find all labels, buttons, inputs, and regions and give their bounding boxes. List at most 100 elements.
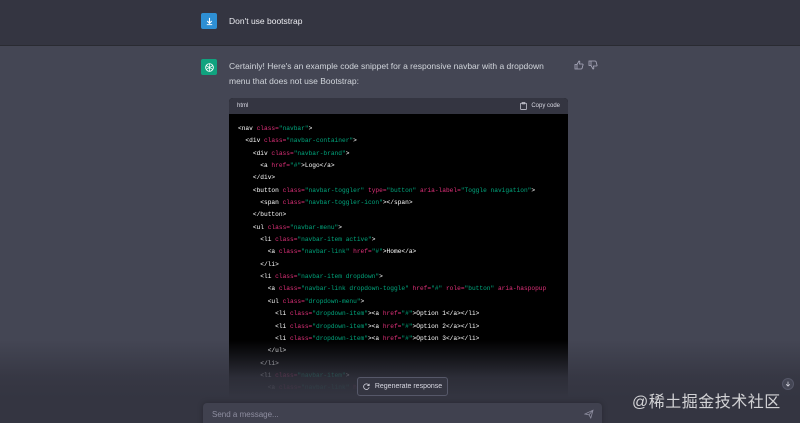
code-token: class=: [278, 248, 302, 256]
code-token: </div>: [238, 174, 276, 182]
code-token: "navbar-link": [301, 248, 350, 256]
code-token: <ul: [238, 223, 268, 231]
code-token: </ul>: [238, 347, 287, 355]
code-token: >: [345, 149, 350, 157]
code-token: "navbar-brand": [293, 149, 346, 157]
code-token: "navbar-item dropdown": [297, 273, 380, 281]
code-token: ><a: [367, 334, 383, 342]
code-token: class=: [282, 199, 305, 207]
code-token: "navbar-toggler": [304, 186, 365, 194]
code-line: <div class="navbar-container">: [238, 135, 559, 147]
code-line: <li class="navbar-item active">: [238, 234, 559, 246]
code-token: ><a: [367, 310, 383, 318]
code-token: "#": [401, 334, 413, 342]
code-line: <li class="dropdown-item"><a href="#">Op…: [238, 321, 559, 333]
message-input[interactable]: [212, 408, 572, 420]
code-line: <span class="navbar-toggler-icon"></span…: [238, 197, 559, 209]
code-line: <button class="navbar-toggler" type="but…: [238, 185, 559, 197]
code-token: class=: [278, 384, 302, 392]
code-token: class=: [282, 297, 305, 305]
code-token: class=: [282, 186, 305, 194]
code-token: >Option 3</a></li>: [412, 334, 480, 342]
code-token: "navbar-link dropdown-toggle": [301, 285, 409, 293]
code-line: </li>: [238, 358, 559, 370]
code-token: >Logo</a>: [301, 162, 335, 170]
code-token: class=: [264, 137, 287, 145]
code-token: "Toggle navigation": [460, 186, 532, 194]
code-token: <a: [238, 285, 279, 293]
code-block-header: html Copy code: [229, 98, 568, 114]
code-token: class=: [289, 310, 313, 318]
thumbs-up-icon[interactable]: [574, 60, 584, 70]
chat-app: Don't use bootstrap Certainly! Here's an…: [0, 0, 800, 423]
copy-code-button[interactable]: Copy code: [520, 102, 560, 110]
code-token: href=: [382, 334, 402, 342]
code-line: <div class="navbar-brand">: [238, 148, 559, 160]
code-token: "dropdown-item": [312, 334, 368, 342]
assistant-intro-text: Certainly! Here's an example code snippe…: [229, 61, 544, 86]
code-token: class=: [289, 334, 313, 342]
code-token: >: [345, 371, 350, 379]
watermark: @稀土掘金技术社区: [632, 394, 781, 411]
code-token: class=: [267, 223, 290, 231]
code-token: "button": [464, 285, 495, 293]
code-token: class=: [275, 371, 298, 379]
code-token: "navbar-link": [301, 384, 350, 392]
regenerate-label: Regenerate response: [374, 383, 443, 390]
code-line: </button>: [238, 209, 559, 221]
code-token: "navbar-item": [297, 371, 346, 379]
message-composer: [203, 403, 602, 423]
regenerate-response-button[interactable]: Regenerate response: [357, 377, 448, 396]
code-token: role=: [442, 285, 465, 293]
user-avatar-icon: [201, 13, 217, 29]
thumbs-down-icon[interactable]: [588, 60, 598, 70]
code-token: <a: [238, 248, 279, 256]
code-token: >: [338, 223, 342, 231]
copy-code-label: Copy code: [531, 103, 560, 109]
arrow-down-icon: [785, 381, 791, 387]
code-token: <div: [238, 137, 264, 145]
code-token: >: [531, 186, 536, 194]
code-language-label: html: [237, 103, 249, 109]
code-token: "#": [431, 285, 443, 293]
code-token: </li>: [238, 260, 279, 268]
code-token: "dropdown-item": [312, 310, 368, 318]
openai-logo-icon: [201, 59, 217, 75]
code-token: <ul: [238, 297, 283, 305]
code-token: >: [308, 125, 313, 132]
code-token: href=: [271, 162, 290, 170]
code-token: >Option 2</a></li>: [412, 322, 480, 330]
code-token: >: [371, 236, 376, 244]
code-token: <li: [238, 236, 276, 244]
code-token: "navbar-container": [286, 137, 354, 145]
code-token: >Option 1</a></li>: [412, 310, 480, 318]
code-block: html Copy code <nav class="navbar"> <div…: [229, 98, 568, 423]
code-token: class=: [256, 125, 279, 132]
code-token: </li>: [238, 359, 279, 367]
code-line: <a class="navbar-link" href="#">Home</a>: [238, 246, 559, 258]
code-line: </div>: [238, 172, 559, 184]
code-line: <a class="navbar-link dropdown-toggle" h…: [238, 283, 559, 295]
code-token: <nav: [238, 125, 257, 132]
code-token: <a: [238, 384, 279, 392]
code-token: class=: [275, 236, 298, 244]
code-token: >: [379, 273, 383, 281]
code-token: <a: [238, 162, 272, 170]
code-line: <li class="dropdown-item"><a href="#">Op…: [238, 308, 559, 320]
code-token: "dropdown-item": [312, 322, 368, 330]
code-token: "navbar-item active": [297, 236, 372, 244]
code-token: ><a: [367, 322, 383, 330]
code-token: class=: [275, 273, 298, 281]
code-token: <span: [238, 199, 283, 207]
paper-plane-icon[interactable]: [584, 409, 594, 419]
code-token: ></span>: [382, 199, 413, 207]
code-token: "navbar-menu": [290, 223, 339, 231]
code-token: <li: [238, 273, 276, 281]
refresh-icon: [363, 383, 370, 390]
code-content: <nav class="navbar"> <div class="navbar-…: [229, 114, 568, 404]
user-message-row: Don't use bootstrap: [0, 0, 800, 46]
code-token: <div: [238, 149, 272, 157]
code-token: "button": [386, 186, 417, 194]
code-token: <li: [238, 310, 290, 318]
scroll-to-bottom-button[interactable]: [782, 378, 794, 390]
